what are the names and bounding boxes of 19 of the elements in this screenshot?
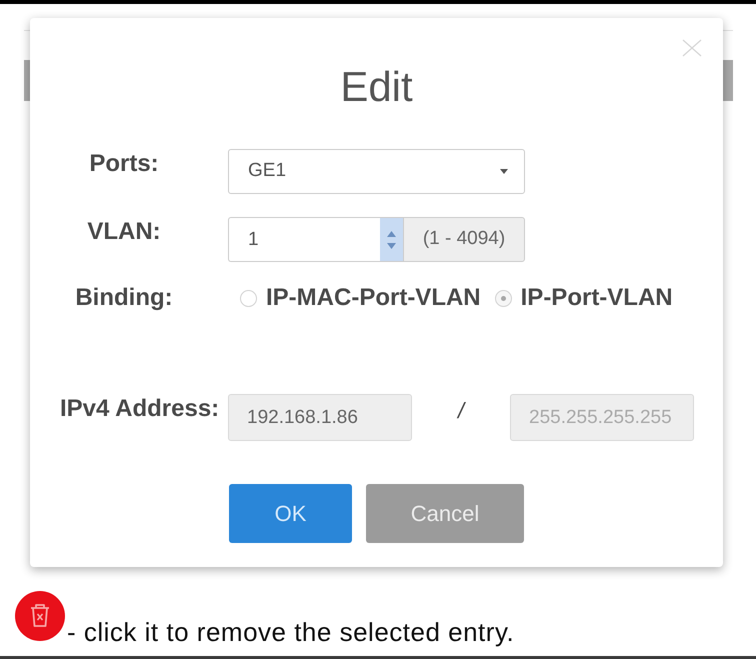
field-label: Binding: — [75, 283, 173, 313]
caret-icon — [500, 169, 508, 174]
up-down-arrows-icon — [387, 230, 396, 250]
range-hint: (1 - 4094) — [403, 217, 525, 262]
field-label: IPv4 Address: — [60, 394, 220, 424]
dropdown-field[interactable]: GE1 — [228, 149, 525, 194]
trash-icon — [15, 591, 65, 641]
radio-button[interactable] — [240, 290, 257, 306]
number-input[interactable]: 1 — [228, 217, 380, 262]
field-label: VLAN: — [87, 217, 161, 247]
field-label: Ports: — [89, 149, 159, 179]
help-text: - click it to remove the selected entry. — [67, 617, 514, 647]
spin-button[interactable] — [380, 217, 403, 262]
address-separator: / — [458, 397, 464, 425]
dialog-title: Edit — [340, 63, 413, 111]
radio-label[interactable]: IP-Port-VLAN — [520, 283, 673, 313]
close-icon[interactable] — [682, 39, 702, 57]
radio-button[interactable] — [494, 290, 512, 306]
radio-label[interactable]: IP-MAC-Port-VLAN — [266, 283, 481, 313]
